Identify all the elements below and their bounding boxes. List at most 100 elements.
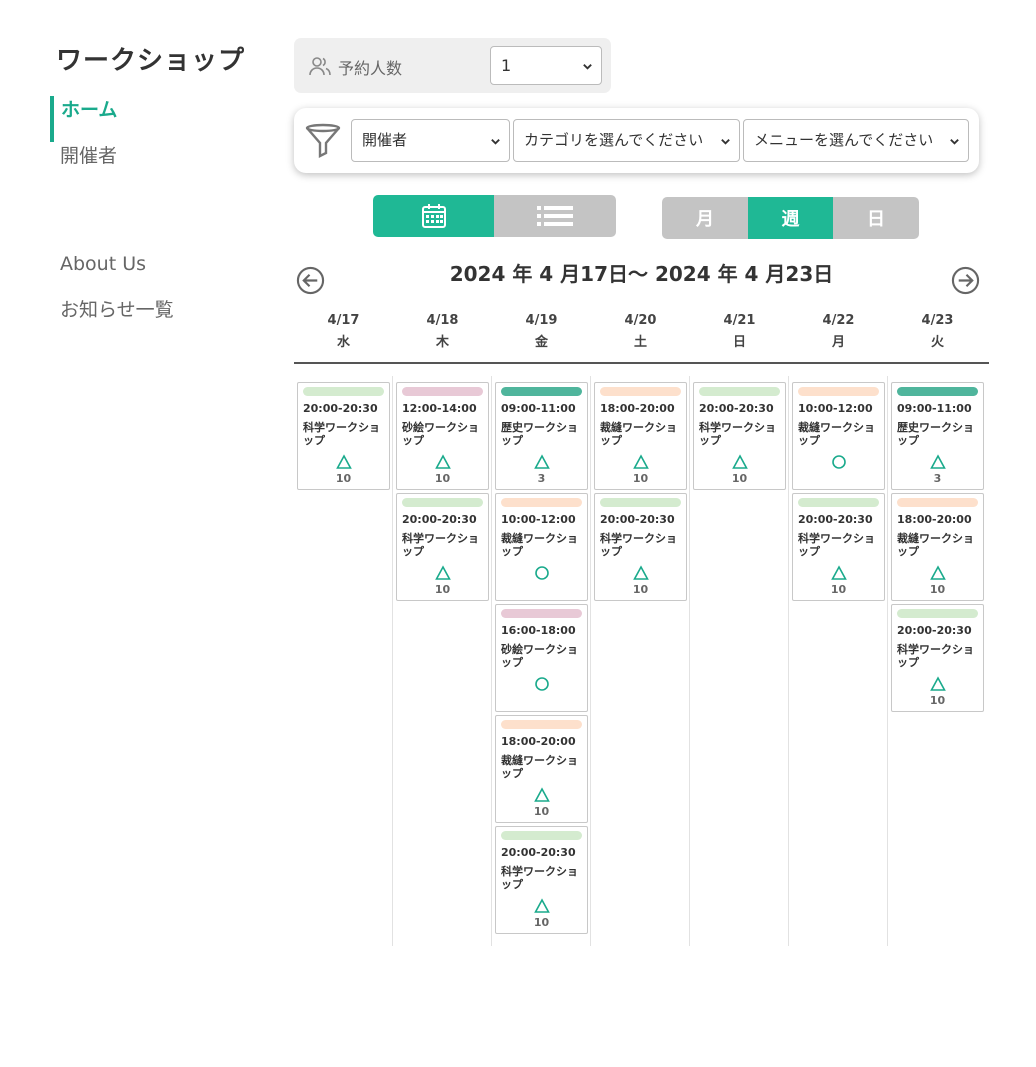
event-card[interactable]: 10:00-12:00 裁縫ワークショップ ○ bbox=[495, 493, 588, 601]
event-category-color-bar bbox=[303, 387, 384, 396]
chevron-down-icon bbox=[950, 139, 959, 145]
party-size-value: 1 bbox=[501, 56, 512, 75]
party-size-select[interactable]: 1 bbox=[490, 46, 602, 85]
party-size-panel: 予約人数 1 bbox=[294, 38, 611, 93]
menu-select-value: メニューを選んでください bbox=[754, 131, 934, 149]
event-category-color-bar bbox=[798, 498, 879, 507]
event-card[interactable]: 20:00-20:30 科学ワークショップ △ 10 bbox=[396, 493, 489, 601]
event-time: 09:00-11:00 bbox=[501, 402, 576, 415]
event-card[interactable]: 20:00-20:30 科学ワークショップ △ 10 bbox=[891, 604, 984, 712]
organizer-select-value: 開催者 bbox=[362, 131, 408, 149]
triangle-mark-icon bbox=[929, 676, 946, 691]
triangle-mark-icon bbox=[434, 454, 451, 469]
triangle-mark-icon bbox=[731, 454, 748, 469]
filter-bar: 開催者 カテゴリを選んでください メニューを選んでください bbox=[294, 108, 979, 173]
remaining-seats-count: 10 bbox=[533, 916, 550, 929]
event-card[interactable]: 20:00-20:30 科学ワークショップ △ 10 bbox=[693, 382, 786, 490]
event-category-color-bar bbox=[501, 609, 582, 618]
day-column: 09:00-11:00 歴史ワークショップ △ 3 10:00-12:00 裁縫ワークショ… bbox=[492, 376, 591, 946]
filter-icon[interactable] bbox=[304, 122, 342, 160]
event-card[interactable]: 18:00-20:00 裁縫ワークショップ △ 10 bbox=[891, 493, 984, 601]
event-title: 裁縫ワークショップ bbox=[501, 532, 578, 558]
availability-status: △ bbox=[694, 454, 785, 470]
event-title: 裁縫ワークショップ bbox=[501, 754, 578, 780]
day-weekday: 火 bbox=[930, 335, 944, 350]
category-select[interactable]: カテゴリを選んでください bbox=[513, 119, 740, 162]
day-header: 4/22 月 bbox=[789, 308, 888, 362]
event-card[interactable]: 20:00-20:30 科学ワークショップ △ 10 bbox=[792, 493, 885, 601]
event-card[interactable]: 20:00-20:30 科学ワークショップ △ 10 bbox=[495, 826, 588, 934]
day-date: 4/18 bbox=[426, 313, 459, 328]
day-header: 4/19 金 bbox=[492, 308, 591, 362]
menu-select[interactable]: メニューを選んでください bbox=[743, 119, 969, 162]
event-card[interactable]: 18:00-20:00 裁縫ワークショップ △ 10 bbox=[495, 715, 588, 823]
event-category-color-bar bbox=[402, 498, 483, 507]
day-date: 4/23 bbox=[921, 313, 954, 328]
availability-status: △ bbox=[397, 565, 488, 581]
event-title: 科学ワークショップ bbox=[501, 865, 578, 891]
event-category-color-bar bbox=[798, 387, 879, 396]
availability-status: ○ bbox=[496, 676, 587, 692]
availability-status: △ bbox=[892, 565, 983, 581]
week-days-header: 4/17 水 4/18 木 4/19 金 4/20 土 4/21 日 4/22 月 4/23 火 bbox=[294, 308, 989, 364]
circle-mark-icon bbox=[534, 677, 549, 691]
event-time: 12:00-14:00 bbox=[402, 402, 477, 415]
event-time: 18:00-20:00 bbox=[501, 735, 576, 748]
calendar-icon bbox=[421, 204, 446, 228]
sidebar-item-home[interactable]: ホーム bbox=[50, 96, 250, 142]
day-column: 12:00-14:00 砂絵ワークショップ △ 10 20:00-20:30 科学ワークシ… bbox=[393, 376, 492, 946]
day-date: 4/22 bbox=[822, 313, 855, 328]
event-time: 09:00-11:00 bbox=[897, 402, 972, 415]
organizer-select[interactable]: 開催者 bbox=[351, 119, 510, 162]
event-card[interactable]: 12:00-14:00 砂絵ワークショップ △ 10 bbox=[396, 382, 489, 490]
list-view-button[interactable] bbox=[494, 195, 616, 237]
event-card[interactable]: 09:00-11:00 歴史ワークショップ △ 3 bbox=[495, 382, 588, 490]
event-card[interactable]: 10:00-12:00 裁縫ワークショップ ○ bbox=[792, 382, 885, 490]
day-date: 4/20 bbox=[624, 313, 657, 328]
remaining-seats-count: 3 bbox=[537, 472, 546, 485]
range-toggle: 月 週 日 bbox=[662, 197, 919, 239]
day-header: 4/21 日 bbox=[690, 308, 789, 362]
event-category-color-bar bbox=[897, 387, 978, 396]
remaining-seats-count: 10 bbox=[533, 805, 550, 818]
event-card[interactable]: 20:00-20:30 科学ワークショップ △ 10 bbox=[594, 493, 687, 601]
day-weekday: 金 bbox=[534, 335, 548, 350]
sidebar-item-organizer[interactable]: 開催者 bbox=[50, 142, 250, 188]
availability-status: △ bbox=[793, 565, 884, 581]
event-category-color-bar bbox=[501, 387, 582, 396]
event-title: 科学ワークショップ bbox=[600, 532, 677, 558]
event-card[interactable]: 18:00-20:00 裁縫ワークショップ △ 10 bbox=[594, 382, 687, 490]
remaining-seats-count: 10 bbox=[632, 472, 649, 485]
event-title: 歴史ワークショップ bbox=[501, 421, 578, 447]
availability-status: △ bbox=[496, 454, 587, 470]
next-week-arrow-icon[interactable] bbox=[951, 266, 980, 295]
triangle-mark-icon bbox=[434, 565, 451, 580]
event-card[interactable]: 09:00-11:00 歴史ワークショップ △ 3 bbox=[891, 382, 984, 490]
sidebar-item-about-us[interactable]: About Us bbox=[50, 250, 250, 296]
range-month-button[interactable]: 月 bbox=[662, 197, 748, 239]
triangle-mark-icon bbox=[929, 565, 946, 580]
remaining-seats-count: 10 bbox=[830, 583, 847, 596]
date-range-title: 2024 年 4 月17日〜 2024 年 4 月23日 bbox=[449, 262, 834, 286]
event-card[interactable]: 16:00-18:00 砂絵ワークショップ ○ bbox=[495, 604, 588, 712]
day-weekday: 日 bbox=[732, 335, 746, 350]
remaining-seats-count: 3 bbox=[933, 472, 942, 485]
range-week-button[interactable]: 週 bbox=[748, 197, 833, 239]
event-time: 20:00-20:30 bbox=[501, 846, 576, 859]
range-day-button[interactable]: 日 bbox=[833, 197, 919, 239]
event-time: 20:00-20:30 bbox=[699, 402, 774, 415]
event-card[interactable]: 20:00-20:30 科学ワークショップ △ 10 bbox=[297, 382, 390, 490]
availability-status: △ bbox=[892, 676, 983, 692]
triangle-mark-icon bbox=[830, 565, 847, 580]
availability-status: △ bbox=[892, 454, 983, 470]
availability-status: △ bbox=[397, 454, 488, 470]
day-weekday: 月 bbox=[831, 335, 845, 350]
event-category-color-bar bbox=[699, 387, 780, 396]
sidebar-nav: ホーム 開催者 bbox=[50, 96, 250, 188]
event-title: 科学ワークショップ bbox=[303, 421, 380, 447]
calendar-view-button[interactable] bbox=[373, 195, 494, 237]
event-time: 10:00-12:00 bbox=[798, 402, 873, 415]
sidebar-item-news-list[interactable]: お知らせ一覧 bbox=[50, 296, 250, 342]
event-category-color-bar bbox=[600, 498, 681, 507]
event-time: 20:00-20:30 bbox=[897, 624, 972, 637]
